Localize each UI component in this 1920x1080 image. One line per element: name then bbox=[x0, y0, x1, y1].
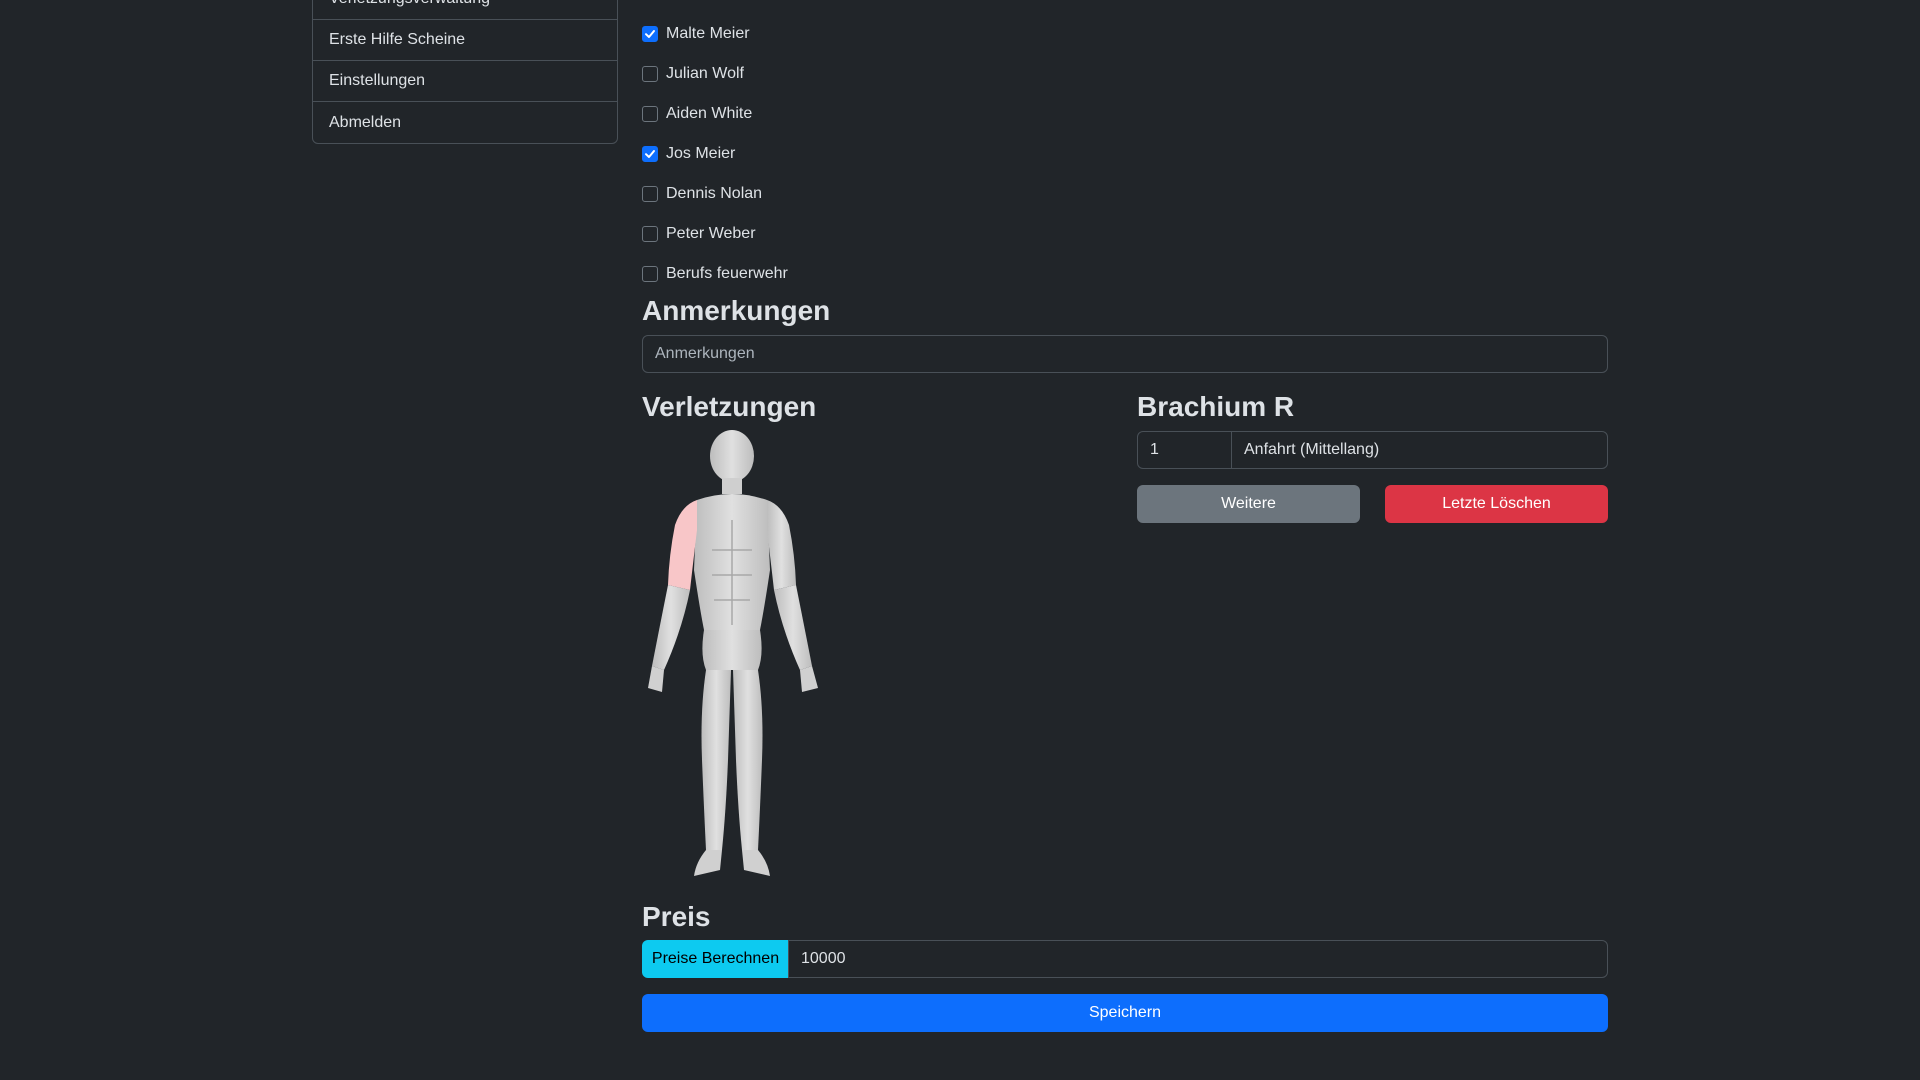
personnel-option[interactable]: Peter Weber bbox=[642, 214, 788, 254]
checkbox-unchecked[interactable] bbox=[642, 186, 658, 202]
personnel-name: Aiden White bbox=[666, 105, 753, 122]
personnel-name: Peter Weber bbox=[666, 225, 756, 242]
sidebar-item-abmelden[interactable]: Abmelden bbox=[313, 102, 617, 143]
body-brachium-l[interactable] bbox=[767, 500, 796, 590]
check-icon bbox=[645, 30, 655, 38]
body-head[interactable] bbox=[710, 430, 754, 482]
body-foot-l[interactable] bbox=[742, 850, 770, 876]
personnel-name: Julian Wolf bbox=[666, 65, 744, 82]
injuries-heading: Verletzungen bbox=[642, 391, 817, 422]
sidebar-item-verletzungsverwaltung[interactable]: Verletzungsverwaltung bbox=[313, 0, 617, 20]
quantity-input[interactable]: 1 bbox=[1137, 431, 1232, 469]
body-brachium-r[interactable] bbox=[668, 500, 697, 590]
sidebar-item-label: Einstellungen bbox=[329, 72, 426, 89]
quantity-value: 1 bbox=[1150, 441, 1159, 458]
calculate-price-button[interactable]: Preise Berechnen bbox=[642, 940, 789, 978]
personnel-name: Berufs feuerwehr bbox=[666, 265, 788, 282]
personnel-name: Malte Meier bbox=[666, 25, 750, 42]
personnel-option[interactable]: Jos Meier bbox=[642, 134, 788, 174]
save-button[interactable]: Speichern bbox=[642, 994, 1608, 1032]
checkbox-checked[interactable] bbox=[642, 146, 658, 162]
personnel-option[interactable]: Malte Meier bbox=[642, 14, 788, 54]
body-antebrachium-r[interactable] bbox=[652, 585, 690, 670]
notes-heading: Anmerkungen bbox=[642, 295, 831, 326]
personnel-name: Jos Meier bbox=[666, 145, 736, 162]
item-value: Anfahrt (Mittellang) bbox=[1244, 441, 1380, 458]
detail-heading: Brachium R bbox=[1137, 391, 1295, 422]
sidebar-item-label: Verletzungsverwaltung bbox=[329, 0, 490, 8]
body-hand-l[interactable] bbox=[800, 666, 818, 692]
body-pelvis[interactable] bbox=[702, 630, 762, 670]
personnel-option[interactable]: Berufs feuerwehr bbox=[642, 254, 788, 294]
more-button[interactable]: Weitere bbox=[1137, 485, 1360, 523]
checkbox-unchecked[interactable] bbox=[642, 266, 658, 282]
personnel-option[interactable]: Dennis Nolan bbox=[642, 174, 788, 214]
body-leg-r[interactable] bbox=[701, 670, 732, 850]
notes-placeholder: Anmerkungen bbox=[655, 345, 755, 362]
checkbox-unchecked[interactable] bbox=[642, 106, 658, 122]
sidebar-item-label: Erste Hilfe Scheine bbox=[329, 31, 466, 48]
body-hand-r[interactable] bbox=[648, 666, 664, 692]
price-input[interactable]: 10000 bbox=[788, 940, 1608, 978]
checkbox-checked[interactable] bbox=[642, 26, 658, 42]
body-map[interactable] bbox=[642, 430, 824, 885]
sidebar-item-label: Abmelden bbox=[329, 113, 402, 131]
price-value: 10000 bbox=[801, 950, 846, 967]
notes-input[interactable]: Anmerkungen bbox=[642, 335, 1608, 373]
delete-last-button[interactable]: Letzte Löschen bbox=[1385, 485, 1608, 523]
personnel-name: Dennis Nolan bbox=[666, 185, 763, 202]
checkbox-unchecked[interactable] bbox=[642, 226, 658, 242]
personnel-checklist: Malte Meier Julian Wolf Aiden White Jos … bbox=[642, 14, 788, 294]
personnel-option[interactable]: Aiden White bbox=[642, 94, 788, 134]
body-foot-r[interactable] bbox=[694, 850, 722, 876]
body-neck[interactable] bbox=[722, 478, 742, 494]
item-select[interactable]: Anfahrt (Mittellang) bbox=[1231, 431, 1608, 469]
sidebar-item-erste-hilfe-scheine[interactable]: Erste Hilfe Scheine bbox=[313, 20, 617, 61]
sidebar: Verletzungsverwaltung Erste Hilfe Schein… bbox=[312, 0, 618, 144]
body-leg-l[interactable] bbox=[733, 670, 763, 850]
personnel-option[interactable]: Julian Wolf bbox=[642, 54, 788, 94]
price-heading: Preis bbox=[642, 901, 711, 932]
check-icon bbox=[645, 150, 655, 158]
checkbox-unchecked[interactable] bbox=[642, 66, 658, 82]
body-antebrachium-l[interactable] bbox=[774, 585, 812, 670]
sidebar-item-einstellungen[interactable]: Einstellungen bbox=[313, 61, 617, 102]
